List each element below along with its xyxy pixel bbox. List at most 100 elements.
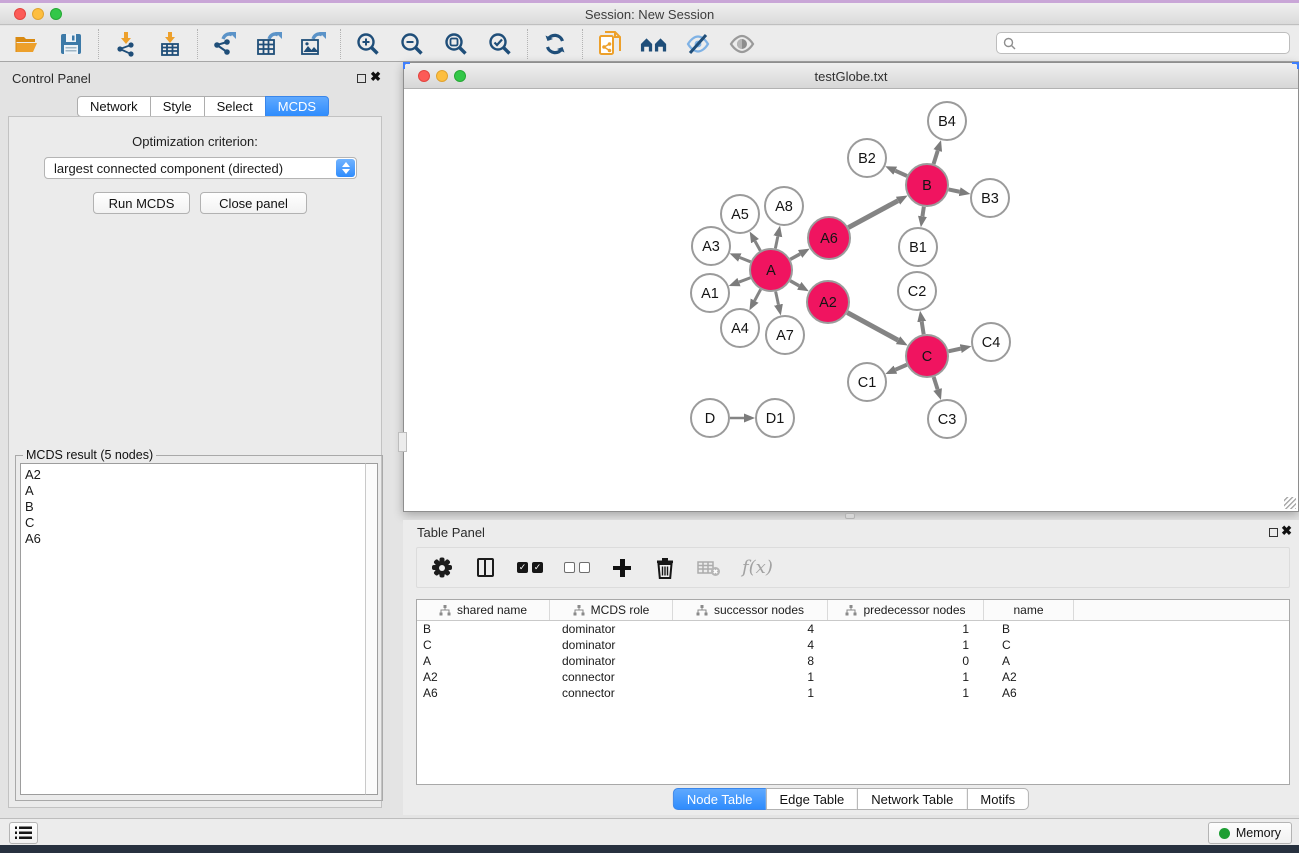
graph-node-A5[interactable]: A5 xyxy=(721,195,759,233)
memory-button[interactable]: Memory xyxy=(1208,822,1292,844)
open-file-icon[interactable] xyxy=(13,30,41,58)
graph-edge-A-A4[interactable] xyxy=(755,289,761,300)
table-row[interactable]: A6connector11A6 xyxy=(417,685,1289,701)
graph-node-A2[interactable]: A2 xyxy=(807,281,849,323)
tab-style[interactable]: Style xyxy=(150,96,205,117)
graph-node-D[interactable]: D xyxy=(691,399,729,437)
network-canvas[interactable]: B4B2BB3A5A8A6A3AB1A1C2A2A4A7C4CC1DD1C3 xyxy=(404,89,1298,511)
graph-edge-C-C3[interactable] xyxy=(934,377,938,389)
graph-edge-A2-C[interactable] xyxy=(847,313,898,341)
graph-edge-A6-B[interactable] xyxy=(848,201,898,228)
graph-node-C4[interactable]: C4 xyxy=(972,323,1010,361)
tab-node-table[interactable]: Node Table xyxy=(673,788,767,810)
hide-selected-icon[interactable] xyxy=(684,30,712,58)
graph-node-A[interactable]: A xyxy=(750,249,792,291)
close-panel-icon[interactable]: ✖ xyxy=(370,70,381,84)
import-network-icon[interactable] xyxy=(112,30,140,58)
tab-select[interactable]: Select xyxy=(204,96,266,117)
graph-edge-A-A6[interactable] xyxy=(790,254,800,259)
graph-edge-A-A8[interactable] xyxy=(775,236,777,248)
graph-node-A4[interactable]: A4 xyxy=(721,309,759,347)
criterion-dropdown[interactable]: largest connected component (directed) xyxy=(44,157,357,179)
table-row[interactable]: Cdominator41C xyxy=(417,637,1289,653)
import-table-icon[interactable] xyxy=(156,30,184,58)
graph-node-A1[interactable]: A1 xyxy=(691,274,729,312)
show-all-icon[interactable] xyxy=(728,30,756,58)
graph-edge-B-B2[interactable] xyxy=(895,171,907,176)
select-all-rows-icon[interactable]: ✓✓ xyxy=(517,556,543,580)
graph-node-B1[interactable]: B1 xyxy=(899,228,937,266)
graph-node-D1[interactable]: D1 xyxy=(756,399,794,437)
column-header-shared-name[interactable]: shared name xyxy=(417,600,550,620)
table-row[interactable]: Bdominator41B xyxy=(417,621,1289,637)
graph-node-A3[interactable]: A3 xyxy=(692,227,730,265)
zoom-selected-icon[interactable] xyxy=(486,30,514,58)
tab-network[interactable]: Network xyxy=(77,96,151,117)
column-header-name[interactable]: name xyxy=(984,600,1074,620)
panel-divider-grip[interactable] xyxy=(845,513,855,519)
graph-edge-B-B4[interactable] xyxy=(934,151,938,164)
table-row[interactable]: A2connector11A2 xyxy=(417,669,1289,685)
column-visibility-icon[interactable] xyxy=(474,556,496,580)
mcds-result-item[interactable]: B xyxy=(25,499,377,515)
graph-node-C3[interactable]: C3 xyxy=(928,400,966,438)
task-history-button[interactable] xyxy=(9,822,38,844)
graph-edge-C-C1[interactable] xyxy=(895,365,906,370)
search-input[interactable] xyxy=(1020,34,1289,52)
network-window-titlebar[interactable]: testGlobe.txt xyxy=(404,63,1298,89)
close-panel-button[interactable]: Close panel xyxy=(200,192,307,214)
graph-edge-A-A5[interactable] xyxy=(755,241,760,251)
tab-edge-table[interactable]: Edge Table xyxy=(765,788,858,810)
table-options-icon[interactable] xyxy=(431,556,453,580)
graph-node-B3[interactable]: B3 xyxy=(971,179,1009,217)
tab-network-table[interactable]: Network Table xyxy=(857,788,967,810)
function-builder-icon[interactable]: f(x) xyxy=(742,556,773,580)
create-column-icon[interactable] xyxy=(611,556,633,580)
tab-mcds[interactable]: MCDS xyxy=(265,96,329,117)
column-header-MCDS-role[interactable]: MCDS role xyxy=(550,600,673,620)
deselect-all-rows-icon[interactable] xyxy=(564,556,590,580)
mcds-result-item[interactable]: A xyxy=(25,483,377,499)
refresh-icon[interactable] xyxy=(541,30,569,58)
mcds-result-item[interactable]: A6 xyxy=(25,531,377,547)
graph-edge-A-A7[interactable] xyxy=(776,292,779,305)
graph-node-C[interactable]: C xyxy=(906,335,948,377)
export-table-icon[interactable] xyxy=(255,30,283,58)
mcds-result-item[interactable]: C xyxy=(25,515,377,531)
export-network-icon[interactable] xyxy=(211,30,239,58)
duplicate-network-icon[interactable] xyxy=(596,30,624,58)
tab-motifs[interactable]: Motifs xyxy=(966,788,1029,810)
table-close-panel-icon[interactable]: ✖ xyxy=(1281,524,1292,538)
graph-node-A8[interactable]: A8 xyxy=(765,187,803,225)
zoom-fit-icon[interactable] xyxy=(442,30,470,58)
graph-node-B4[interactable]: B4 xyxy=(928,102,966,140)
graph-node-A7[interactable]: A7 xyxy=(766,316,804,354)
mcds-result-list[interactable]: A2ABCA6 xyxy=(20,463,378,795)
graph-edge-B-B3[interactable] xyxy=(949,189,960,191)
graph-node-C1[interactable]: C1 xyxy=(848,363,886,401)
mcds-result-item[interactable]: A2 xyxy=(25,467,377,483)
column-header-successor-nodes[interactable]: successor nodes xyxy=(673,600,828,620)
delete-table-icon[interactable] xyxy=(697,556,721,580)
graph-edge-A-A1[interactable] xyxy=(739,278,750,282)
table-float-panel-icon[interactable] xyxy=(1269,528,1278,537)
column-header-predecessor-nodes[interactable]: predecessor nodes xyxy=(828,600,984,620)
panel-edge-grip[interactable] xyxy=(398,432,407,452)
run-mcds-button[interactable]: Run MCDS xyxy=(93,192,190,214)
resize-handle[interactable] xyxy=(1284,497,1296,509)
table-row[interactable]: Adominator80A xyxy=(417,653,1289,669)
graph-node-C2[interactable]: C2 xyxy=(898,272,936,310)
delete-columns-icon[interactable] xyxy=(654,556,676,580)
float-panel-icon[interactable] xyxy=(357,74,366,83)
graph-edge-A-A2[interactable] xyxy=(790,281,799,286)
graph-edge-A-A3[interactable] xyxy=(740,258,751,262)
graph-node-B[interactable]: B xyxy=(906,164,948,206)
mcds-result-scrollbar[interactable] xyxy=(365,463,378,795)
graph-edge-C-C2[interactable] xyxy=(922,322,924,335)
save-session-icon[interactable] xyxy=(57,30,85,58)
zoom-out-icon[interactable] xyxy=(398,30,426,58)
export-image-icon[interactable] xyxy=(299,30,327,58)
graph-node-A6[interactable]: A6 xyxy=(808,217,850,259)
graph-edge-C-C4[interactable] xyxy=(948,349,960,352)
graph-edge-B-B1[interactable] xyxy=(922,207,923,217)
